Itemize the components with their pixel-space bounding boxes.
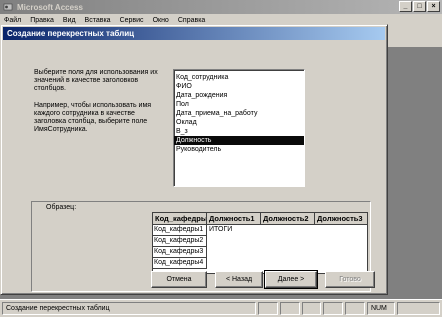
num-lock-indicator: NUM xyxy=(366,302,395,315)
field-item[interactable]: Оклад xyxy=(174,118,304,127)
dialog-titlebar[interactable]: Создание перекрестных таблиц xyxy=(3,27,385,40)
sample-grid: Код_кафедры Должность1 Должность2 Должно… xyxy=(152,212,368,274)
grid-column-header: Должность3 xyxy=(315,213,367,225)
grid-column-header: Код_кафедры xyxy=(153,213,207,225)
status-text: Создание перекрестных таблиц xyxy=(2,302,257,315)
grid-row-header: Код_кафедры1 xyxy=(153,225,207,236)
status-panel xyxy=(323,302,344,315)
menu-window[interactable]: Окно xyxy=(153,17,169,24)
field-item-selected[interactable]: Должность xyxy=(174,136,304,145)
field-item[interactable]: В_з xyxy=(174,127,304,136)
status-panel xyxy=(301,302,322,315)
crosstab-wizard-dialog: Создание перекрестных таблиц Выберите по… xyxy=(0,24,388,295)
status-bar: Создание перекрестных таблиц NUM xyxy=(0,299,442,317)
menu-help[interactable]: Справка xyxy=(178,17,205,24)
minimize-button[interactable]: _ xyxy=(399,1,412,12)
grid-row-header: Код_кафедры4 xyxy=(153,258,207,269)
status-panel xyxy=(279,302,300,315)
back-button[interactable]: < Назад xyxy=(215,271,263,288)
menu-file[interactable]: Файл xyxy=(4,17,21,24)
grid-column-header: Должность2 xyxy=(261,213,315,225)
grid-column-header: Должность1 xyxy=(207,213,261,225)
instructions: Выберите поля для использования их значе… xyxy=(34,69,164,143)
field-item[interactable]: Дата_приема_на_работу xyxy=(174,109,304,118)
grid-row-header: Код_кафедры2 xyxy=(153,236,207,247)
field-item[interactable]: Дата_рождения xyxy=(174,91,304,100)
field-item[interactable]: Код_сотрудника xyxy=(174,73,304,82)
status-panel xyxy=(345,302,365,315)
field-item[interactable]: Пол xyxy=(174,100,304,109)
access-key-icon xyxy=(3,2,13,12)
instruction-text-1: Выберите поля для использования их значе… xyxy=(34,69,158,92)
instruction-text-2: Например, чтобы использовать имя каждого… xyxy=(34,102,152,133)
status-panel xyxy=(396,302,440,315)
status-panel xyxy=(258,302,278,315)
next-button[interactable]: Далее > xyxy=(264,270,318,289)
sample-label: Образец: xyxy=(46,204,77,211)
grid-total-label: ИТОГИ xyxy=(209,226,233,233)
field-listbox[interactable]: Код_сотрудника ФИО Дата_рождения Пол Дат… xyxy=(173,69,305,187)
menu-view[interactable]: Вид xyxy=(63,17,76,24)
field-item[interactable]: ФИО xyxy=(174,82,304,91)
app-title: Microsoft Access xyxy=(17,2,83,12)
maximize-button[interactable]: □ xyxy=(413,1,426,12)
grid-row-header: Код_кафедры3 xyxy=(153,247,207,258)
menu-tools[interactable]: Сервис xyxy=(120,17,144,24)
close-button[interactable]: × xyxy=(427,1,440,12)
window-controls: _ □ × xyxy=(399,1,440,12)
finish-button[interactable]: Готово xyxy=(325,271,375,288)
field-item[interactable]: Руководитель xyxy=(174,145,304,154)
dialog-title: Создание перекрестных таблиц xyxy=(7,29,135,38)
menu-insert[interactable]: Вставка xyxy=(85,17,111,24)
cancel-button[interactable]: Отмена xyxy=(151,271,207,288)
app-titlebar: Microsoft Access _ □ × xyxy=(0,0,442,14)
menu-edit[interactable]: Правка xyxy=(30,17,54,24)
